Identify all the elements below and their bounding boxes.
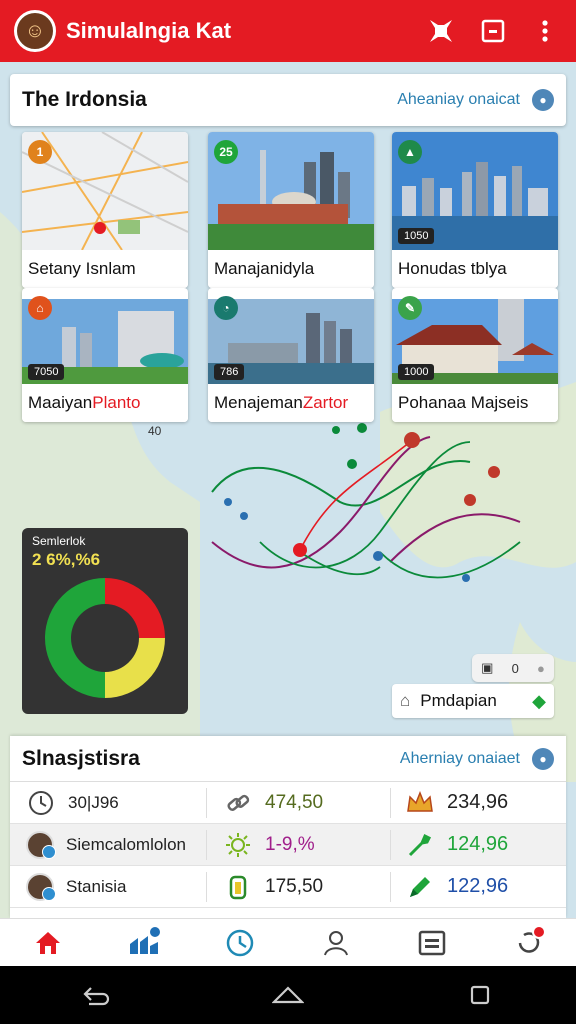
tile-badge: 1 [28,140,52,164]
home-system-icon[interactable] [258,975,318,1015]
avatar[interactable]: ☺ [14,10,56,52]
profile-nav-icon[interactable] [316,923,356,963]
avatar [26,830,56,859]
tile-skyline[interactable]: ▲ 1050 Honudas tblya [392,132,558,288]
region-title: The Irdonsia [22,88,147,111]
donut-slice-red [105,578,165,638]
caption-highlight: Planto [92,393,141,412]
back-icon[interactable] [66,975,126,1015]
system-nav-bar [0,966,576,1024]
avatar [26,872,56,901]
tile-caption: Manajanidyla [208,250,374,288]
location-icon[interactable]: ● [532,747,554,770]
tile-heritage[interactable]: ✎ 1000 Pohanaa Majseis [392,288,558,422]
donut-slice-green [45,578,105,698]
row-name: Siemcalomlolon [66,834,186,854]
battery-icon [223,872,253,902]
chart-card[interactable]: Semlerlok 2 6%,%6 [22,528,188,714]
stats-panel: Slnasjstisra Aherniay onaiaet ● 30|J96 4… [10,736,566,918]
donut-slice-yellow [105,638,165,698]
stats-header: Slnasjstisra Aherniay onaiaet ● [10,736,566,782]
tile-chip: 1050 [398,228,435,244]
wrench-icon [405,830,435,860]
row-right: 122,96 [447,875,509,897]
app-bar: ☺ Simulalngia Kat [0,0,576,62]
list-nav-icon[interactable] [412,923,452,963]
tile-map[interactable]: 1 Setany Isnlam [22,132,188,288]
expand-icon[interactable] [424,14,458,48]
row-mid: 1-9,% [265,833,315,855]
caption-text: Maaiyan [28,393,93,412]
tile-badge: ✎ [398,296,422,320]
clock-nav-icon[interactable] [220,923,260,963]
tile-caption: Maaiyan Planto [22,384,188,422]
row-right: 124,96 [447,833,509,855]
city-nav-icon[interactable] [124,923,164,963]
caption-text: Menajeman [214,393,303,412]
crown-icon [405,788,435,818]
tile-chip: 7050 [28,364,65,380]
recents-icon[interactable] [450,975,510,1015]
chart-label: Semlerlok [32,534,86,548]
table-row[interactable]: Stanisia 175,50 122,96 [10,866,566,908]
tile-caption: Setany Isnlam [22,250,188,288]
tile-badge: ▲ [398,140,422,164]
zoom-value: 0 [511,660,519,676]
place-label: Pmdapian [420,691,497,710]
clock-icon [26,788,56,818]
tile-waterfront[interactable]: ◔ 786 Menajeman Zartor [208,288,374,422]
table-row[interactable]: 30|J96 474,50 234,96 [10,782,566,824]
row-name: Stanisia [66,876,127,896]
table-row[interactable]: Siemcalomlolon 1-9,% 124,96 [10,824,566,866]
app-title: Simulalngia Kat [66,18,232,43]
row-right: 234,96 [447,791,509,813]
region-header: The Irdonsia Aheaniay onaicat ● [10,74,566,126]
home-icon[interactable]: ⌂ [400,691,410,711]
tile-caption: Pohanaa Majseis [392,384,558,422]
tile-campus[interactable]: ⌂ 7050 Maaiyan Planto [22,288,188,422]
row-name: 30|J96 [68,792,119,812]
notification-dot [532,924,546,939]
row-mid: 474,50 [265,791,324,813]
more-icon[interactable] [528,14,562,48]
row-mid: 175,50 [265,875,324,897]
layer-icon[interactable]: ▣ [481,660,493,676]
bottom-nav [0,918,576,966]
tile-badge: ⌂ [28,296,52,320]
chart-value: 2 6%,%6 [32,550,101,569]
link-icon [223,788,253,818]
sun-icon [223,830,253,860]
stats-link[interactable]: Aherniay onaiaet [400,750,520,768]
tile-caption: Menajeman Zartor [208,384,374,422]
refresh-nav-icon[interactable] [508,923,548,963]
place-bar[interactable]: ⌂ Pmdapian ◆ [392,684,554,718]
tile-chip: 1000 [398,364,435,380]
tile-city-mosque[interactable]: 25 Manajanidyla [208,132,374,288]
window-icon[interactable] [476,14,510,48]
donut-chart [45,578,165,698]
tile-badge: ◔ [214,296,238,320]
stats-title: Slnasjstisra [22,746,140,770]
diamond-icon[interactable]: ◆ [532,691,546,712]
caption-highlight: Zartor [302,393,349,412]
tile-caption: Honudas tblya [392,250,558,288]
dot-icon: ● [537,660,545,676]
region-link[interactable]: Aheaniay onaicat [397,91,520,109]
tile-chip: 786 [214,364,245,380]
map-label: 40 [148,424,162,438]
tile-badge: 25 [214,140,238,164]
home-nav-icon[interactable] [28,923,68,963]
location-icon[interactable]: ● [532,89,554,111]
notification-dot [148,924,162,939]
pencil-icon [405,872,435,902]
zoom-control[interactable]: ▣ 0 ● [472,654,554,682]
